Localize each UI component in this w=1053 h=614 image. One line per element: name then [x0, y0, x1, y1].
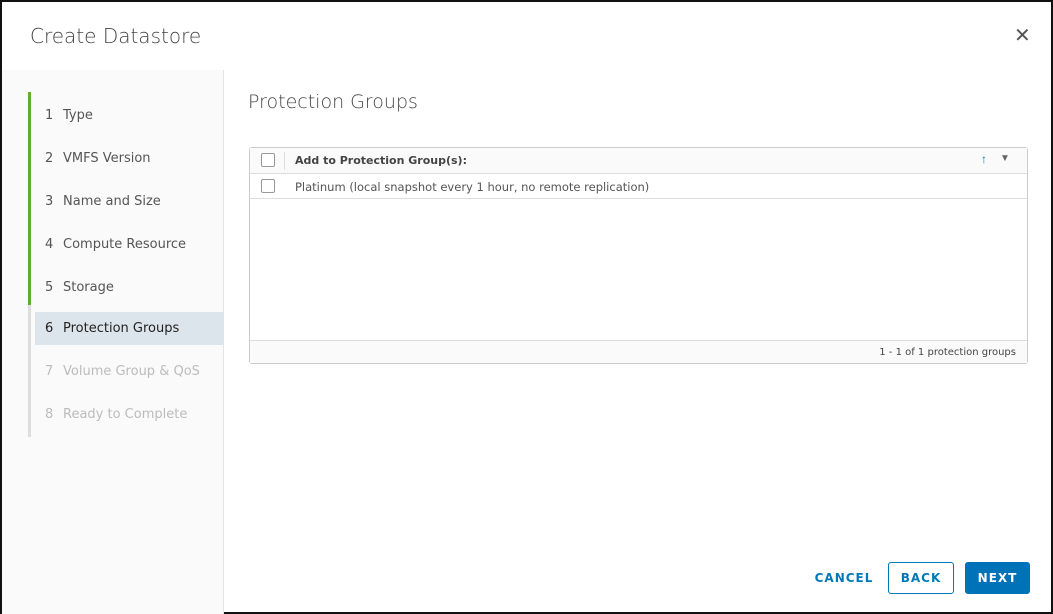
step-number: 4: [45, 237, 54, 252]
step-number: 5: [45, 280, 54, 295]
step-label: Type: [63, 108, 93, 123]
row-label: Platinum (local snapshot every 1 hour, n…: [295, 180, 650, 194]
close-icon[interactable]: ✕: [1014, 26, 1031, 46]
step-number: 7: [45, 364, 54, 379]
progress-bar: [28, 92, 31, 305]
protection-groups-grid: Add to Protection Group(s): ↑ ▼ Platinum…: [249, 147, 1028, 364]
table-row[interactable]: Platinum (local snapshot every 1 hour, n…: [250, 174, 1027, 199]
back-button[interactable]: BACK: [888, 562, 954, 594]
step-compute-resource[interactable]: 4 Compute Resource: [35, 228, 223, 261]
select-all-checkbox[interactable]: [261, 153, 275, 167]
step-volume-group-qos: 7 Volume Group & QoS: [35, 355, 223, 388]
step-protection-groups[interactable]: 6 Protection Groups: [35, 312, 223, 345]
step-label: Protection Groups: [63, 321, 180, 336]
step-label: Storage: [63, 280, 114, 295]
column-header[interactable]: Add to Protection Group(s):: [295, 154, 467, 167]
step-number: 3: [45, 194, 54, 209]
dialog-title: Create Datastore: [30, 24, 202, 48]
grid-header: Add to Protection Group(s): ↑ ▼: [250, 148, 1027, 174]
step-label: Compute Resource: [63, 237, 187, 252]
row-checkbox[interactable]: [261, 179, 275, 193]
step-number: 6: [45, 321, 54, 336]
step-type[interactable]: 1 Type: [35, 99, 223, 132]
cancel-button[interactable]: CANCEL: [810, 562, 878, 594]
step-label: Ready to Complete: [63, 407, 188, 422]
page-title: Protection Groups: [248, 91, 418, 113]
step-label: Name and Size: [63, 194, 161, 209]
step-number: 1: [45, 108, 54, 123]
step-number: 2: [45, 151, 54, 166]
step-label: Volume Group & QoS: [63, 364, 200, 379]
step-number: 8: [45, 407, 54, 422]
wizard-steps-sidebar: 1 Type 2 VMFS Version 3 Name and Size 4 Comp…: [2, 70, 224, 614]
grid-footer: 1 - 1 of 1 protection groups: [250, 340, 1027, 363]
create-datastore-dialog: Create Datastore ✕ 1 Type 2 VMFS Version 3…: [0, 0, 1053, 614]
column-separator: [284, 152, 285, 170]
next-button[interactable]: NEXT: [965, 562, 1030, 594]
step-storage[interactable]: 5 Storage: [35, 271, 223, 304]
filter-icon[interactable]: ▼: [1000, 153, 1010, 164]
step-name-and-size[interactable]: 3 Name and Size: [35, 185, 223, 218]
step-vmfs-version[interactable]: 2 VMFS Version: [35, 142, 223, 175]
step-ready-to-complete: 8 Ready to Complete: [35, 398, 223, 431]
step-label: VMFS Version: [63, 151, 151, 166]
sort-ascending-icon[interactable]: ↑: [981, 152, 987, 166]
